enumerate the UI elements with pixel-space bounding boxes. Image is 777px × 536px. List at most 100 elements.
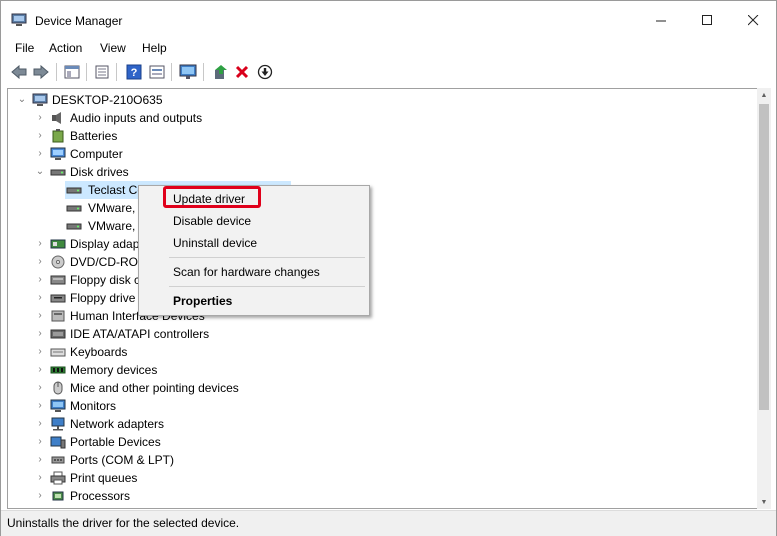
menu-item-scan-hardware[interactable]: Scan for hardware changes: [173, 265, 320, 279]
svg-text:?: ?: [131, 67, 138, 79]
printer-icon: [50, 471, 66, 485]
disk-icon: [66, 223, 82, 230]
help-button[interactable]: ?: [124, 62, 144, 82]
tree-item-label: Computer: [70, 147, 123, 161]
status-text: Uninstalls the driver for the selected d…: [7, 516, 240, 530]
tree-item-label: Mice and other pointing devices: [70, 381, 239, 395]
menu-bar: File Action View Help: [1, 39, 776, 59]
expand-chevron-icon[interactable]: ›: [34, 487, 46, 505]
computer-icon: [50, 147, 66, 160]
expand-chevron-icon[interactable]: ›: [34, 289, 46, 307]
tree-root-label: DESKTOP-210O635: [52, 93, 163, 107]
device-manager-icon: [11, 13, 27, 26]
disk-icon: [66, 205, 82, 212]
scroll-up-icon[interactable]: ▲: [757, 88, 771, 102]
close-icon: [747, 14, 758, 25]
expand-chevron-icon[interactable]: ›: [34, 469, 46, 487]
tree-item-label: Audio inputs and outputs: [70, 111, 203, 125]
monitor-icon: [50, 399, 66, 412]
mouse-icon: [53, 381, 63, 395]
battery-icon: [52, 129, 64, 143]
back-button[interactable]: [9, 62, 29, 82]
menu-item-properties[interactable]: Properties: [173, 294, 232, 308]
disk-drive-icon: [50, 169, 66, 176]
menu-file[interactable]: File: [15, 41, 34, 55]
collapse-chevron-icon[interactable]: ⌄: [34, 163, 46, 181]
view-button[interactable]: [147, 62, 167, 82]
expand-chevron-icon[interactable]: ›: [34, 307, 46, 325]
collapse-chevron-icon[interactable]: ⌄: [16, 91, 28, 109]
scan-hardware-button[interactable]: [178, 62, 198, 82]
menu-action[interactable]: Action: [49, 41, 82, 55]
minimize-button[interactable]: [638, 1, 684, 39]
back-icon: [11, 65, 27, 79]
close-button[interactable]: [730, 1, 776, 39]
toolbar-separator: [116, 63, 117, 81]
tree-item-label: VMware,: [88, 219, 136, 233]
scroll-down-icon[interactable]: ▼: [757, 495, 771, 509]
title-bar[interactable]: Device Manager: [1, 1, 776, 39]
tree-item-label: DVD/CD-ROM: [70, 255, 148, 269]
vertical-scrollbar[interactable]: ▲ ▼: [757, 88, 771, 509]
expand-chevron-icon[interactable]: ›: [34, 343, 46, 361]
help-icon: ?: [126, 64, 142, 80]
expand-chevron-icon[interactable]: ›: [34, 127, 46, 145]
memory-icon: [50, 366, 66, 374]
expand-chevron-icon[interactable]: ›: [34, 325, 46, 343]
show-hide-pane-button[interactable]: [62, 62, 82, 82]
expand-chevron-icon[interactable]: ›: [34, 235, 46, 253]
speaker-icon: [52, 112, 61, 124]
toolbar-separator: [56, 63, 57, 81]
update-driver-button[interactable]: [210, 62, 230, 82]
expand-chevron-icon[interactable]: ›: [34, 361, 46, 379]
tree-item-label: Memory devices: [70, 363, 158, 377]
toolbar-separator: [171, 63, 172, 81]
minimize-icon: [655, 20, 666, 21]
uninstall-icon: [235, 65, 249, 79]
tree-item-label: Network adapters: [70, 417, 165, 431]
expand-chevron-icon[interactable]: ›: [34, 379, 46, 397]
expand-chevron-icon[interactable]: ›: [34, 415, 46, 433]
view-icon: [149, 65, 165, 79]
maximize-icon: [701, 14, 712, 25]
disk-icon: [66, 187, 82, 194]
tree-item-label: Processors: [70, 489, 131, 503]
hid-icon: [51, 310, 65, 322]
update-driver-icon: [215, 65, 227, 79]
expand-chevron-icon[interactable]: ›: [34, 253, 46, 271]
tree-item-label: Disk drives: [70, 165, 129, 179]
menu-help[interactable]: Help: [142, 41, 167, 55]
expand-chevron-icon[interactable]: ›: [34, 271, 46, 289]
dvd-icon: [51, 255, 65, 269]
menu-view[interactable]: View: [100, 41, 126, 55]
device-tree[interactable]: ⌄ DESKTOP-210O635 › Audio inputs and outp…: [7, 88, 758, 509]
scrollbar-thumb[interactable]: [759, 104, 769, 410]
tree-item-label: Print queues: [70, 471, 138, 485]
tree-item-label: Floppy disk c: [70, 273, 141, 287]
expand-chevron-icon[interactable]: ›: [34, 145, 46, 163]
tree-item-label: Monitors: [70, 399, 117, 413]
forward-button[interactable]: [31, 62, 51, 82]
uninstall-button[interactable]: [232, 62, 252, 82]
window-title: Device Manager: [35, 14, 123, 28]
menu-item-uninstall-device[interactable]: Uninstall device: [173, 236, 257, 250]
status-bar: Uninstalls the driver for the selected d…: [1, 510, 776, 536]
ide-icon: [50, 329, 66, 339]
processor-icon: [52, 491, 64, 501]
expand-chevron-icon[interactable]: ›: [34, 397, 46, 415]
toolbar-separator: [203, 63, 204, 81]
tree-item-label: Display adapt: [70, 237, 143, 251]
download-button[interactable]: [255, 62, 275, 82]
floppy-controller-icon: [50, 275, 66, 285]
computer-icon: [32, 93, 48, 106]
menu-item-disable-device[interactable]: Disable device: [173, 214, 251, 228]
expand-chevron-icon[interactable]: ›: [34, 109, 46, 127]
tree-item-label: Batteries: [70, 129, 118, 143]
expand-chevron-icon[interactable]: ›: [34, 451, 46, 469]
properties-pane-icon: [64, 65, 80, 79]
maximize-button[interactable]: [684, 1, 730, 39]
device-list-button[interactable]: [92, 62, 112, 82]
expand-chevron-icon[interactable]: ›: [34, 433, 46, 451]
forward-icon: [33, 65, 49, 79]
monitor-icon: [179, 64, 197, 79]
